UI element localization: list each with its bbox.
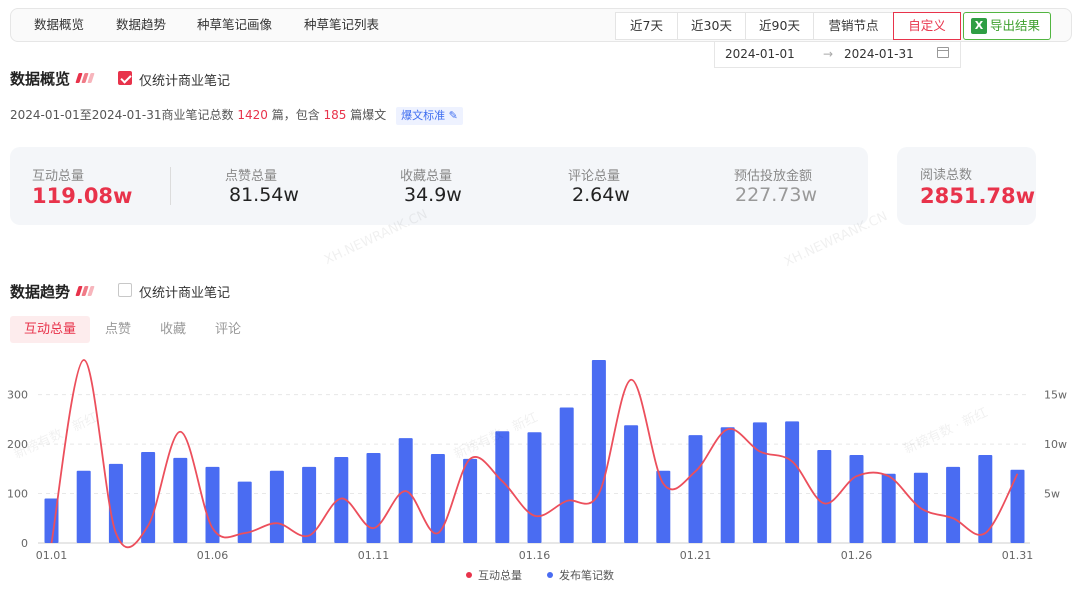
bar — [463, 458, 478, 543]
stat-label: 阅读总数 — [920, 168, 973, 183]
stats-card: 互动总量 119.08w 点赞总量 81.54w 收藏总量 34.9w 评论总量… — [10, 147, 868, 225]
legend-dot-icon — [466, 572, 472, 578]
stat-value: 227.73w — [735, 184, 818, 206]
custom-range-button[interactable]: 自定义 — [893, 12, 961, 40]
y-left-tick-label: 200 — [7, 438, 28, 451]
stat-value: 81.54w — [229, 184, 299, 206]
y-right-tick-label: 15w — [1044, 389, 1067, 402]
legend-dot-icon — [547, 572, 553, 578]
x-tick-label: 01.26 — [841, 549, 873, 562]
legend-notes[interactable]: 发布笔记数 — [547, 567, 614, 583]
range-90d-button[interactable]: 近90天 — [745, 12, 814, 40]
y-right-tick-label: 5w — [1044, 488, 1060, 501]
stat-value: 2851.78w — [920, 184, 1036, 208]
nav-tab-trend[interactable]: 数据趋势 — [116, 9, 166, 41]
summary-prefix: 2024-01-01至2024-01-31商业笔记总数 — [10, 108, 234, 122]
export-label: 导出结果 — [990, 18, 1041, 33]
stat-label: 预估投放金额 — [734, 169, 813, 184]
trend-title: 数据趋势 — [10, 283, 71, 301]
metric-tab-interactions[interactable]: 互动总量 — [10, 316, 91, 343]
metric-tab-comments[interactable]: 评论 — [215, 316, 241, 343]
metric-tab-likes[interactable]: 点赞 — [105, 316, 131, 343]
overview-title: 数据概览 — [10, 70, 71, 88]
trend-commercial-only-checkbox[interactable] — [118, 283, 132, 297]
commercial-only-label: 仅统计商业笔记 — [139, 74, 231, 89]
bar — [173, 457, 188, 543]
stat-value: 2.64w — [572, 184, 630, 206]
bar — [76, 470, 91, 543]
bar — [559, 407, 574, 543]
y-left-tick-label: 0 — [21, 537, 28, 550]
bar — [881, 473, 896, 543]
overview-summary: 2024-01-01至2024-01-31商业笔记总数 1420 篇，包含 18… — [10, 106, 463, 125]
summary-total: 1420 — [237, 108, 268, 122]
range-30d-button[interactable]: 近30天 — [677, 12, 746, 40]
bar — [624, 425, 639, 543]
bar — [849, 454, 864, 543]
x-tick-label: 01.11 — [358, 549, 390, 562]
summary-burst: 185 — [323, 108, 347, 122]
y-left-tick-label: 100 — [7, 488, 28, 501]
app-root: 数据概览 数据趋势 种草笔记画像 种草笔记列表 近7天 近30天 近90天 营销… — [0, 0, 1080, 590]
trend-chart: 0 100 200 300 5w 10w 15w 01.01 01.06 01.11 01.16 01… — [7, 359, 1067, 562]
stat-value: 34.9w — [404, 184, 462, 206]
x-tick-label: 01.21 — [680, 549, 712, 562]
date-arrow: → — [823, 47, 834, 61]
bar — [720, 427, 735, 543]
range-7d-button[interactable]: 近7天 — [615, 12, 678, 40]
stat-label: 收藏总量 — [400, 169, 453, 184]
bar — [430, 453, 445, 543]
bar — [752, 422, 767, 543]
divider — [170, 167, 171, 205]
bar — [1010, 469, 1025, 543]
date-start[interactable]: 2024-01-01 — [725, 47, 795, 61]
calendar-icon[interactable] — [937, 47, 949, 58]
bar — [978, 454, 993, 543]
bar — [269, 470, 284, 543]
bar — [205, 466, 220, 543]
summary-mid: 篇，包含 — [271, 108, 320, 122]
title-stripes-icon — [75, 73, 99, 83]
bar — [656, 470, 671, 543]
bar — [785, 421, 800, 543]
legend-label: 互动总量 — [478, 569, 522, 582]
bar — [688, 435, 703, 543]
x-tick-label: 01.01 — [36, 549, 68, 562]
bar — [946, 466, 961, 543]
bar — [817, 450, 832, 543]
reads-card: 阅读总数 2851.78w — [897, 147, 1036, 225]
burst-standard-label: 爆文标准 — [401, 109, 446, 122]
bar — [527, 432, 542, 543]
export-button[interactable]: X 导出结果 — [963, 12, 1051, 40]
edit-icon: ✎ — [448, 109, 458, 122]
y-right-tick-label: 10w — [1044, 438, 1067, 451]
nav-tab-note-list[interactable]: 种草笔记列表 — [304, 9, 379, 41]
x-tick-label: 01.06 — [197, 549, 229, 562]
stat-label: 点赞总量 — [225, 169, 278, 184]
marketing-node-button[interactable]: 营销节点 — [813, 12, 894, 40]
bar — [141, 451, 156, 543]
bar — [366, 452, 381, 543]
stat-value: 119.08w — [32, 184, 133, 208]
x-tick-label: 01.31 — [1002, 549, 1034, 562]
trend-commercial-only-label: 仅统计商业笔记 — [139, 286, 231, 301]
title-stripes-icon — [75, 286, 99, 296]
summary-suffix: 篇爆文 — [350, 108, 387, 122]
bar — [591, 360, 606, 543]
y-left-tick-label: 300 — [7, 389, 28, 402]
stat-label: 评论总量 — [568, 169, 621, 184]
metric-tab-favorites[interactable]: 收藏 — [160, 316, 186, 343]
excel-icon: X — [971, 18, 987, 34]
nav-tab-note-portrait[interactable]: 种草笔记画像 — [197, 9, 272, 41]
x-tick-label: 01.16 — [519, 549, 551, 562]
burst-standard-button[interactable]: 爆文标准 ✎ — [396, 107, 463, 125]
legend-label: 发布笔记数 — [559, 569, 614, 582]
top-nav: 数据概览 数据趋势 种草笔记画像 种草笔记列表 近7天 近30天 近90天 营销… — [10, 8, 1072, 42]
commercial-only-checkbox[interactable] — [118, 71, 132, 85]
nav-tab-overview[interactable]: 数据概览 — [34, 9, 84, 41]
legend-interactions[interactable]: 互动总量 — [466, 567, 522, 583]
stat-label: 互动总量 — [32, 169, 85, 184]
date-range-picker[interactable]: 2024-01-01 → 2024-01-31 — [714, 42, 961, 68]
date-end[interactable]: 2024-01-31 — [844, 47, 914, 61]
